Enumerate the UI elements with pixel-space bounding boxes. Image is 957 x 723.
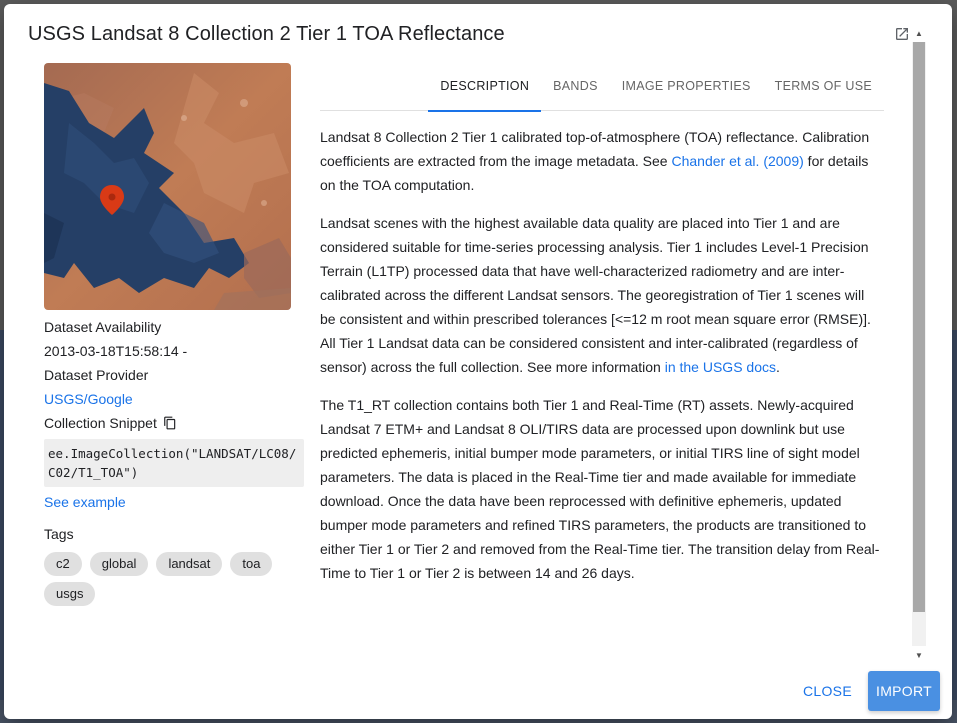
provider-link[interactable]: USGS/Google: [44, 387, 306, 411]
dataset-dialog: USGS Landsat 8 Collection 2 Tier 1 TOA R…: [4, 4, 952, 719]
snippet-label-row: Collection Snippet: [44, 411, 306, 435]
dialog-title: USGS Landsat 8 Collection 2 Tier 1 TOA R…: [28, 23, 505, 45]
availability-value: 2013-03-18T15:58:14 -: [44, 343, 188, 359]
tag-chip-toa[interactable]: toa: [230, 552, 273, 576]
description-content: Landsat 8 Collection 2 Tier 1 calibrated…: [320, 125, 882, 599]
tag-chip-usgs[interactable]: usgs: [44, 582, 96, 606]
dataset-thumbnail: [44, 63, 291, 310]
usgs-docs-link[interactable]: in the USGS docs: [665, 359, 776, 375]
scroll-down-arrow-icon[interactable]: ▼: [913, 650, 925, 662]
import-button[interactable]: IMPORT: [868, 671, 940, 711]
provider-label: Dataset Provider: [44, 367, 149, 383]
see-example-link[interactable]: See example: [44, 490, 306, 514]
tab-bands[interactable]: BANDS: [541, 73, 610, 111]
tab-description[interactable]: DESCRIPTION: [428, 73, 541, 112]
tag-chip-landsat[interactable]: landsat: [156, 552, 223, 576]
tab-image-properties[interactable]: IMAGE PROPERTIES: [610, 73, 763, 111]
tab-terms-of-use[interactable]: TERMS OF USE: [763, 73, 884, 111]
copy-icon[interactable]: [163, 416, 177, 430]
tab-bar: DESCRIPTION BANDS IMAGE PROPERTIES TERMS…: [320, 73, 884, 112]
description-paragraph-3: The T1_RT collection contains both Tier …: [320, 397, 880, 581]
tag-chip-c2[interactable]: c2: [44, 552, 82, 576]
snippet-label: Collection Snippet: [44, 415, 157, 431]
tags-label: Tags: [44, 526, 74, 542]
dataset-metadata: Dataset Availability 2013-03-18T15:58:14…: [44, 315, 306, 606]
open-in-new-icon[interactable]: [894, 26, 910, 42]
close-button[interactable]: CLOSE: [792, 671, 863, 711]
collection-snippet-code[interactable]: ee.ImageCollection("LANDSAT/LC08/C02/T1_…: [44, 439, 304, 487]
tag-chip-global[interactable]: global: [89, 552, 149, 576]
description-paragraph-2: Landsat scenes with the highest availabl…: [320, 215, 871, 375]
scroll-up-arrow-icon[interactable]: ▲: [913, 28, 925, 40]
thumbnail-image: [44, 63, 291, 310]
chander-link[interactable]: Chander et al. (2009): [671, 153, 803, 169]
availability-label: Dataset Availability: [44, 319, 162, 335]
tags-list: c2 global landsat toa usgs: [44, 552, 284, 606]
content-scrollbar[interactable]: ▲ ▼: [910, 24, 928, 664]
description-paragraph-1: Landsat 8 Collection 2 Tier 1 calibrated…: [320, 129, 870, 193]
scroll-thumb[interactable]: [913, 42, 925, 612]
